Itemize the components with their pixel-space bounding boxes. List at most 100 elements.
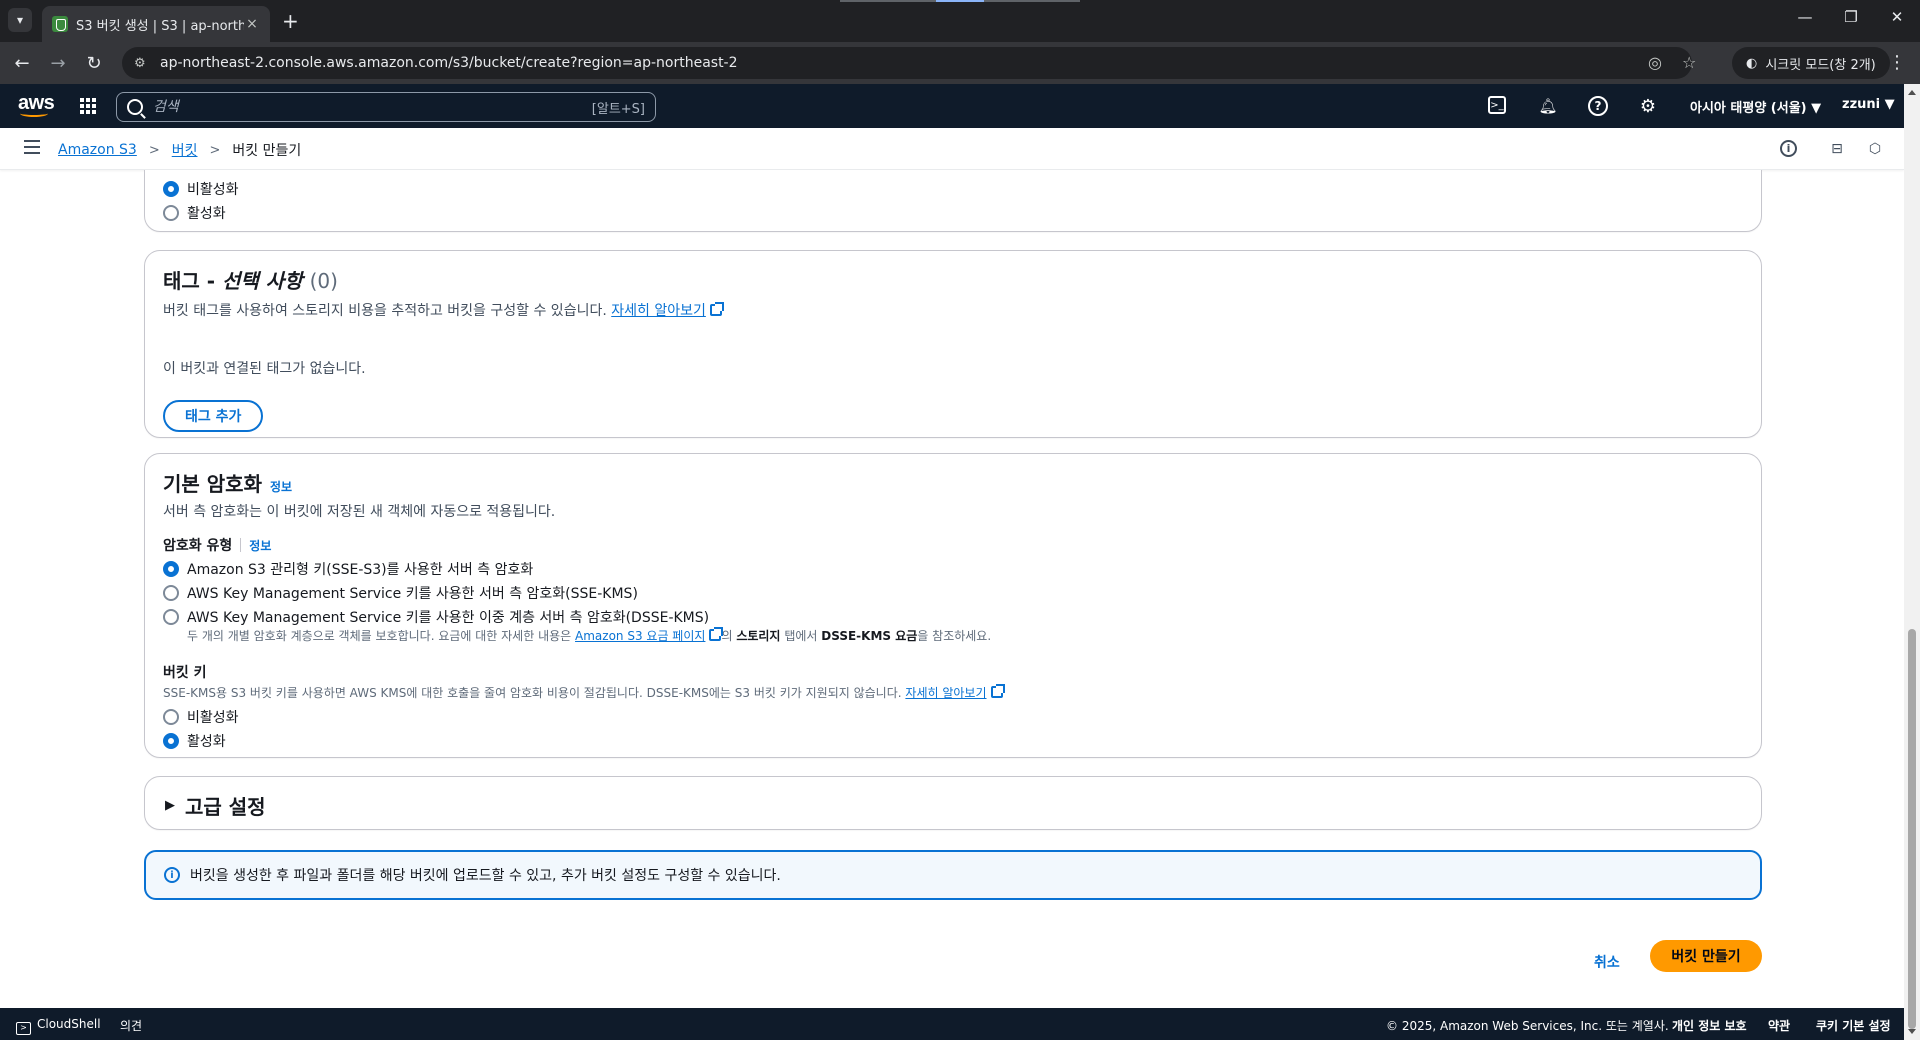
tab-title: S3 버킷 생성 | S3 | ap-northea: [76, 18, 244, 34]
info-panel-icon[interactable]: i: [1780, 140, 1797, 157]
notifications-bell-icon[interactable]: 🔔︎: [1538, 96, 1558, 116]
tags-empty-text: 이 버킷과 연결된 태그가 없습니다.: [163, 361, 366, 377]
info-circle-icon: i: [164, 867, 180, 883]
create-bucket-button[interactable]: 버킷 만들기: [1650, 940, 1762, 972]
s3-favicon-icon: [52, 16, 68, 32]
new-tab-button[interactable]: +: [282, 9, 299, 33]
note-bold-pricing: DSSE-KMS 요금: [821, 629, 918, 643]
help-icon[interactable]: ?: [1588, 96, 1608, 116]
option-label: 비활성화: [187, 710, 239, 726]
encryption-info-link[interactable]: 정보: [270, 478, 292, 495]
scrollbar-thumb[interactable]: [1908, 629, 1916, 1029]
option-label: AWS Key Management Service 키를 사용한 이중 계층 …: [187, 610, 710, 626]
learn-more-text: 자세히 알아보기: [611, 303, 706, 319]
breadcrumb-buckets[interactable]: 버킷: [172, 140, 198, 160]
label-divider: [240, 538, 242, 552]
eye-off-icon[interactable]: ◎: [1648, 53, 1662, 72]
cancel-button[interactable]: 취소: [1594, 952, 1620, 972]
add-tag-button[interactable]: 태그 추가: [163, 400, 264, 432]
side-panel-icon[interactable]: ⊟: [1828, 140, 1846, 158]
advanced-settings-card[interactable]: ▶ 고급 설정: [144, 776, 1762, 830]
tab-close-icon[interactable]: ×: [244, 16, 260, 32]
tags-title-optional: 선택 사항: [222, 269, 303, 293]
address-bar[interactable]: ⚙ ap-northeast-2.console.aws.amazon.com/…: [122, 47, 1696, 79]
object-lock-card: 비활성화 활성화: [144, 170, 1762, 232]
breadcrumb-bar: Amazon S3 > 버킷 > 버킷 만들기 i ⊟ ⬡: [0, 128, 1904, 170]
radio-selected[interactable]: [163, 181, 179, 197]
aws-logo[interactable]: aws: [18, 92, 55, 117]
back-icon[interactable]: ←: [12, 53, 32, 74]
radio-unselected[interactable]: [163, 585, 179, 601]
feedback-link[interactable]: 의견: [120, 1017, 142, 1034]
bucket-key-desc-text: SSE-KMS용 S3 버킷 키를 사용하면 AWS KMS에 대한 호출을 줄…: [163, 686, 902, 700]
bucket-key-option-enabled[interactable]: 활성화: [163, 729, 1743, 753]
bucket-key-option-disabled[interactable]: 비활성화: [163, 705, 1743, 729]
breadcrumb: Amazon S3 > 버킷 > 버킷 만들기: [58, 140, 301, 160]
encryption-option-sse-kms[interactable]: AWS Key Management Service 키를 사용한 서버 측 암…: [163, 581, 1743, 605]
external-link-icon: [990, 684, 1005, 698]
account-menu[interactable]: zzuni ▼: [1842, 97, 1895, 112]
encryption-option-dsse-kms[interactable]: AWS Key Management Service 키를 사용한 이중 계층 …: [163, 605, 1743, 629]
restore-icon[interactable]: ❐: [1828, 8, 1874, 26]
breadcrumb-amazon-s3[interactable]: Amazon S3: [58, 142, 137, 158]
cloudshell-icon[interactable]: >_: [1488, 96, 1506, 114]
radio-unselected[interactable]: [163, 609, 179, 625]
bucket-key-learn-more-link[interactable]: 자세히 알아보기: [905, 684, 1005, 700]
scroll-up-icon[interactable]: [1908, 90, 1916, 95]
encryption-type-info-link[interactable]: 정보: [249, 537, 271, 554]
minimize-icon[interactable]: —: [1782, 8, 1828, 26]
page-scrollbar[interactable]: [1904, 84, 1920, 1040]
radio-selected[interactable]: [163, 733, 179, 749]
terms-link[interactable]: 약관: [1768, 1017, 1790, 1034]
window-drag-indicator-active: [936, 0, 984, 2]
reload-icon[interactable]: ↻: [84, 53, 104, 74]
option-label: AWS Key Management Service 키를 사용한 서버 측 암…: [187, 586, 638, 602]
settings-gear-icon[interactable]: ⚙: [1638, 96, 1658, 117]
tags-description-text: 버킷 태그를 사용하여 스토리지 비용을 추적하고 버킷을 구성할 수 있습니다…: [163, 303, 607, 319]
option-label: Amazon S3 관리형 키(SSE-S3)를 사용한 서버 측 암호화: [187, 562, 534, 578]
radio-unselected[interactable]: [163, 205, 179, 221]
privacy-link[interactable]: 개인 정보 보호: [1672, 1017, 1747, 1034]
search-input[interactable]: [153, 99, 592, 115]
more-icon[interactable]: ⋮: [1888, 52, 1906, 73]
encryption-type-label: 암호화 유형: [163, 538, 233, 554]
object-lock-option-enabled[interactable]: 활성화: [163, 201, 239, 225]
aws-console-header: aws [알트+S] >_ 🔔︎ ? ⚙ 아시아 태평양 (서울) ▼ zzun…: [0, 84, 1904, 128]
region-selector[interactable]: 아시아 태평양 (서울) ▼: [1690, 97, 1821, 116]
s3-pricing-link[interactable]: Amazon S3 요금 페이지: [575, 627, 724, 643]
cloudshell-label: CloudShell: [37, 1017, 101, 1031]
browser-tabbar: ▾ S3 버킷 생성 | S3 | ap-northea × + — ❐ ✕: [0, 0, 1920, 42]
notifications-panel-icon[interactable]: ⬡: [1866, 140, 1884, 158]
option-label: 활성화: [187, 734, 226, 750]
cookie-preferences-link[interactable]: 쿠키 기본 설정: [1816, 1017, 1891, 1034]
tags-learn-more-link[interactable]: 자세히 알아보기: [611, 302, 724, 319]
note-bold-storage: 스토리지: [736, 629, 781, 643]
radio-selected[interactable]: [163, 561, 179, 577]
radio-unselected[interactable]: [163, 709, 179, 725]
note-text: 두 개의 개별 암호화 계층으로 객체를 보호합니다. 요금에 대한 자세한 내…: [187, 629, 572, 643]
menu-hamburger-icon[interactable]: [24, 140, 40, 154]
forward-icon[interactable]: →: [48, 53, 68, 74]
object-lock-option-disabled[interactable]: 비활성화: [163, 177, 239, 201]
note-text: 탭에서: [784, 629, 818, 643]
incognito-indicator[interactable]: ◐ 시크릿 모드(창 2개): [1732, 47, 1890, 79]
cloudshell-footer-button[interactable]: > CloudShell: [16, 1017, 101, 1035]
tab-search-button[interactable]: ▾: [8, 8, 32, 32]
cloudshell-icon: >: [16, 1022, 31, 1035]
site-info-icon[interactable]: ⚙: [134, 56, 150, 71]
services-grid-icon[interactable]: [80, 98, 96, 114]
expand-caret-icon[interactable]: ▶: [165, 798, 175, 813]
advanced-settings-title[interactable]: 고급 설정: [185, 791, 266, 820]
url-text: ap-northeast-2.console.aws.amazon.com/s3…: [160, 55, 738, 71]
scroll-down-icon[interactable]: [1908, 1029, 1916, 1034]
encryption-option-sse-s3[interactable]: Amazon S3 관리형 키(SSE-S3)를 사용한 서버 측 암호화: [163, 557, 1743, 581]
tags-description: 버킷 태그를 사용하여 스토리지 비용을 추적하고 버킷을 구성할 수 있습니다…: [163, 300, 724, 320]
tags-title-prefix: 태그 -: [163, 269, 223, 293]
browser-tab-active[interactable]: S3 버킷 생성 | S3 | ap-northea ×: [42, 6, 270, 42]
star-icon[interactable]: ☆: [1682, 53, 1696, 72]
encryption-description: 서버 측 암호화는 이 버킷에 저장된 새 객체에 자동으로 적용됩니다.: [163, 504, 556, 520]
close-window-icon[interactable]: ✕: [1874, 8, 1920, 26]
console-search[interactable]: [알트+S]: [116, 92, 656, 122]
pricing-link-text: Amazon S3 요금 페이지: [575, 629, 706, 643]
main-content: 비활성화 활성화 태그 - 선택 사항 (0) 버킷 태그를 사용하여 스토리지…: [0, 170, 1904, 1008]
